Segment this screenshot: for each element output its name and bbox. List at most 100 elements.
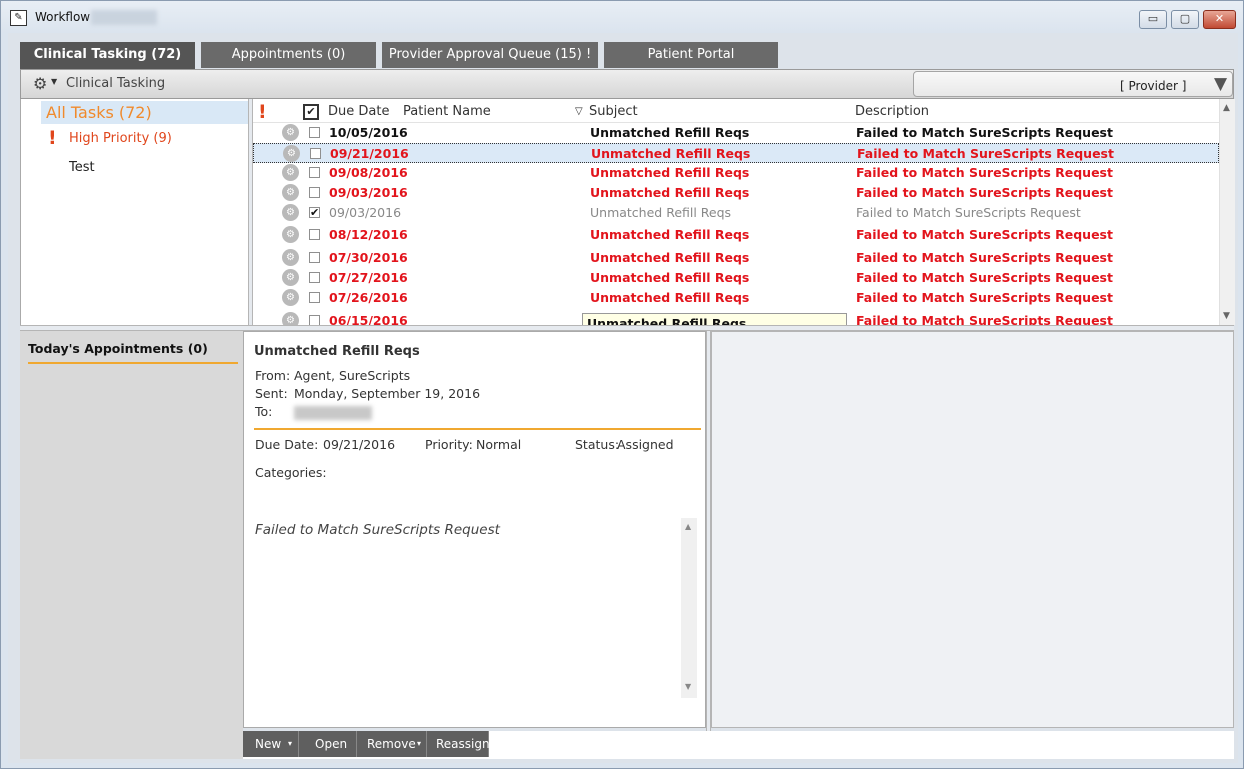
task-checkbox[interactable] xyxy=(309,229,320,240)
scroll-down-icon[interactable]: ▼ xyxy=(1223,311,1230,321)
cell-due-date: 09/03/2016 xyxy=(329,185,408,200)
title-redacted xyxy=(91,10,157,25)
cell-description: Failed to Match SureScripts Request xyxy=(856,227,1113,242)
detail-body[interactable]: Failed to Match SureScripts Request xyxy=(255,522,500,538)
table-row[interactable]: ⚙ 07/26/2016 Unmatched Refill Reqs Failed t… xyxy=(253,288,1219,308)
sent-label: Sent: xyxy=(255,386,288,401)
column-patient-name[interactable]: Patient Name xyxy=(403,104,491,119)
status-label: Status: xyxy=(575,437,620,452)
high-priority-icon: ! xyxy=(48,127,57,149)
complete-column-icon[interactable]: ✔ xyxy=(303,104,319,120)
categories-label: Categories: xyxy=(255,465,327,480)
task-checkbox[interactable] xyxy=(309,252,320,263)
task-checkbox[interactable] xyxy=(309,292,320,303)
appointments-title[interactable]: Today's Appointments (0) xyxy=(28,341,208,356)
gear-icon[interactable]: ⚙ xyxy=(33,74,47,93)
task-checkbox[interactable]: ✔ xyxy=(309,207,320,218)
tab-patient-portal[interactable]: Patient Portal xyxy=(604,42,778,68)
task-status-icon: ⚙ xyxy=(282,124,299,141)
from-value: Agent, SureScripts xyxy=(294,368,411,383)
priority-column-icon[interactable]: ! xyxy=(258,101,267,123)
close-button[interactable]: ✕ xyxy=(1203,10,1236,29)
cell-due-date: 07/26/2016 xyxy=(329,290,408,305)
cell-description: Failed to Match SureScripts Request xyxy=(856,313,1113,325)
table-row[interactable]: ⚙ 07/27/2016 Unmatched Refill Reqs Failed t… xyxy=(253,268,1219,288)
cell-description: Failed to Match SureScripts Request xyxy=(856,290,1113,305)
task-checkbox[interactable] xyxy=(309,167,320,178)
action-bar: New ▾ Open Remove ▾ Reassign xyxy=(243,731,1234,759)
cell-description: Failed to Match SureScripts Request xyxy=(856,165,1113,180)
chevron-down-icon[interactable]: ▾ xyxy=(288,731,292,757)
cell-description: Failed to Match SureScripts Request xyxy=(856,185,1113,200)
remove-button[interactable]: Remove ▾ xyxy=(357,731,427,757)
cell-due-date: 09/08/2016 xyxy=(329,165,408,180)
provider-filter[interactable]: [ Provider ] ▼ xyxy=(913,71,1233,97)
cell-due-date: 06/15/2016 xyxy=(329,313,408,325)
table-row[interactable]: ⚙ 09/08/2016 Unmatched Refill Reqs Failed t… xyxy=(253,163,1219,183)
table-row[interactable]: ⚙ 07/30/2016 Unmatched Refill Reqs Failed t… xyxy=(253,248,1219,268)
cell-subject: Unmatched Refill Reqs xyxy=(590,165,750,180)
cell-description: Failed to Match SureScripts Request xyxy=(856,205,1081,220)
minimize-button[interactable]: ▭ xyxy=(1139,10,1167,29)
folder-test[interactable]: Test xyxy=(69,160,95,175)
scroll-down-icon[interactable]: ▼ xyxy=(685,682,691,691)
table-row[interactable]: ⚙ 09/03/2016 Unmatched Refill Reqs Failed t… xyxy=(253,183,1219,203)
task-status-icon: ⚙ xyxy=(282,164,299,181)
task-status-icon: ⚙ xyxy=(282,269,299,286)
cell-description: Failed to Match SureScripts Request xyxy=(857,146,1114,161)
scroll-up-icon[interactable]: ▲ xyxy=(685,522,691,531)
open-button-label: Open xyxy=(315,737,348,751)
maximize-button[interactable]: ▢ xyxy=(1171,10,1199,29)
column-description[interactable]: Description xyxy=(855,104,929,119)
app-icon: ✎ xyxy=(10,10,27,26)
chevron-down-icon[interactable]: ▾ xyxy=(417,731,421,757)
cell-subject: Unmatched Refill Reqs xyxy=(590,227,750,242)
toolbar: ⚙ ▼ Clinical Tasking [ Provider ] ▼ xyxy=(20,69,1234,99)
task-checkbox[interactable] xyxy=(309,315,320,325)
cell-due-date: 08/12/2016 xyxy=(329,227,408,242)
column-subject[interactable]: Subject xyxy=(589,104,638,119)
funnel-icon[interactable]: ▼ xyxy=(1214,74,1227,94)
priority-label: Priority: xyxy=(425,437,473,452)
detail-scrollbar[interactable]: ▲ ▼ xyxy=(681,518,697,698)
task-list-scrollbar[interactable]: ▲ ▼ xyxy=(1219,99,1235,325)
tab-clinical-tasking[interactable]: Clinical Tasking (72) xyxy=(20,42,195,70)
task-status-icon: ⚙ xyxy=(282,226,299,243)
cell-subject: Unmatched Refill Reqs xyxy=(591,146,751,161)
to-label: To: xyxy=(255,404,273,419)
task-checkbox[interactable] xyxy=(310,148,321,159)
new-button[interactable]: New ▾ xyxy=(243,731,299,757)
folder-all-tasks[interactable]: All Tasks (72) xyxy=(41,101,249,124)
task-checkbox[interactable] xyxy=(309,272,320,283)
cell-due-date: 10/05/2016 xyxy=(329,125,408,140)
cell-description: Failed to Match SureScripts Request xyxy=(856,270,1113,285)
open-button[interactable]: Open xyxy=(299,731,357,757)
cell-subject: Unmatched Refill Reqs xyxy=(590,250,750,265)
task-complete-icon: ⚙ xyxy=(282,204,299,221)
new-button-label: New xyxy=(255,737,282,751)
scroll-up-icon[interactable]: ▲ xyxy=(1223,103,1230,113)
table-row[interactable]: ⚙ ✔ 09/03/2016 Unmatched Refill Reqs Failed … xyxy=(253,203,1219,223)
table-row[interactable]: ⚙ 10/05/2016 Unmatched Refill Reqs Failed t… xyxy=(253,123,1219,143)
tab-provider-approval-queue[interactable]: Provider Approval Queue (15) ! xyxy=(382,42,598,68)
cell-due-date: 09/21/2016 xyxy=(330,146,409,161)
folder-high-priority[interactable]: High Priority (9) xyxy=(69,131,172,146)
task-detail: Unmatched Refill Reqs From: Agent, SureS… xyxy=(243,331,706,728)
task-status-icon: ⚙ xyxy=(283,145,300,162)
status-value: Assigned xyxy=(617,437,674,452)
task-status-icon: ⚙ xyxy=(282,289,299,306)
column-due-date[interactable]: Due Date xyxy=(328,104,389,119)
title-bar: ✎ Workflow ▭ ▢ ✕ xyxy=(1,1,1243,33)
table-row[interactable]: ⚙ 09/21/2016 Unmatched Refill Reqs Failed t… xyxy=(253,143,1219,163)
tab-appointments[interactable]: Appointments (0) xyxy=(201,42,376,68)
cell-subject: Unmatched Refill Reqs xyxy=(590,185,750,200)
task-status-icon: ⚙ xyxy=(282,184,299,201)
cell-due-date: 07/27/2016 xyxy=(329,270,408,285)
task-checkbox[interactable] xyxy=(309,127,320,138)
chevron-down-icon[interactable]: ▼ xyxy=(51,77,57,86)
from-label: From: xyxy=(255,368,291,383)
task-checkbox[interactable] xyxy=(309,187,320,198)
cell-subject: Unmatched Refill Reqs xyxy=(590,270,750,285)
reassign-button[interactable]: Reassign xyxy=(427,731,490,757)
table-row[interactable]: ⚙ 08/12/2016 Unmatched Refill Reqs Failed t… xyxy=(253,225,1219,245)
